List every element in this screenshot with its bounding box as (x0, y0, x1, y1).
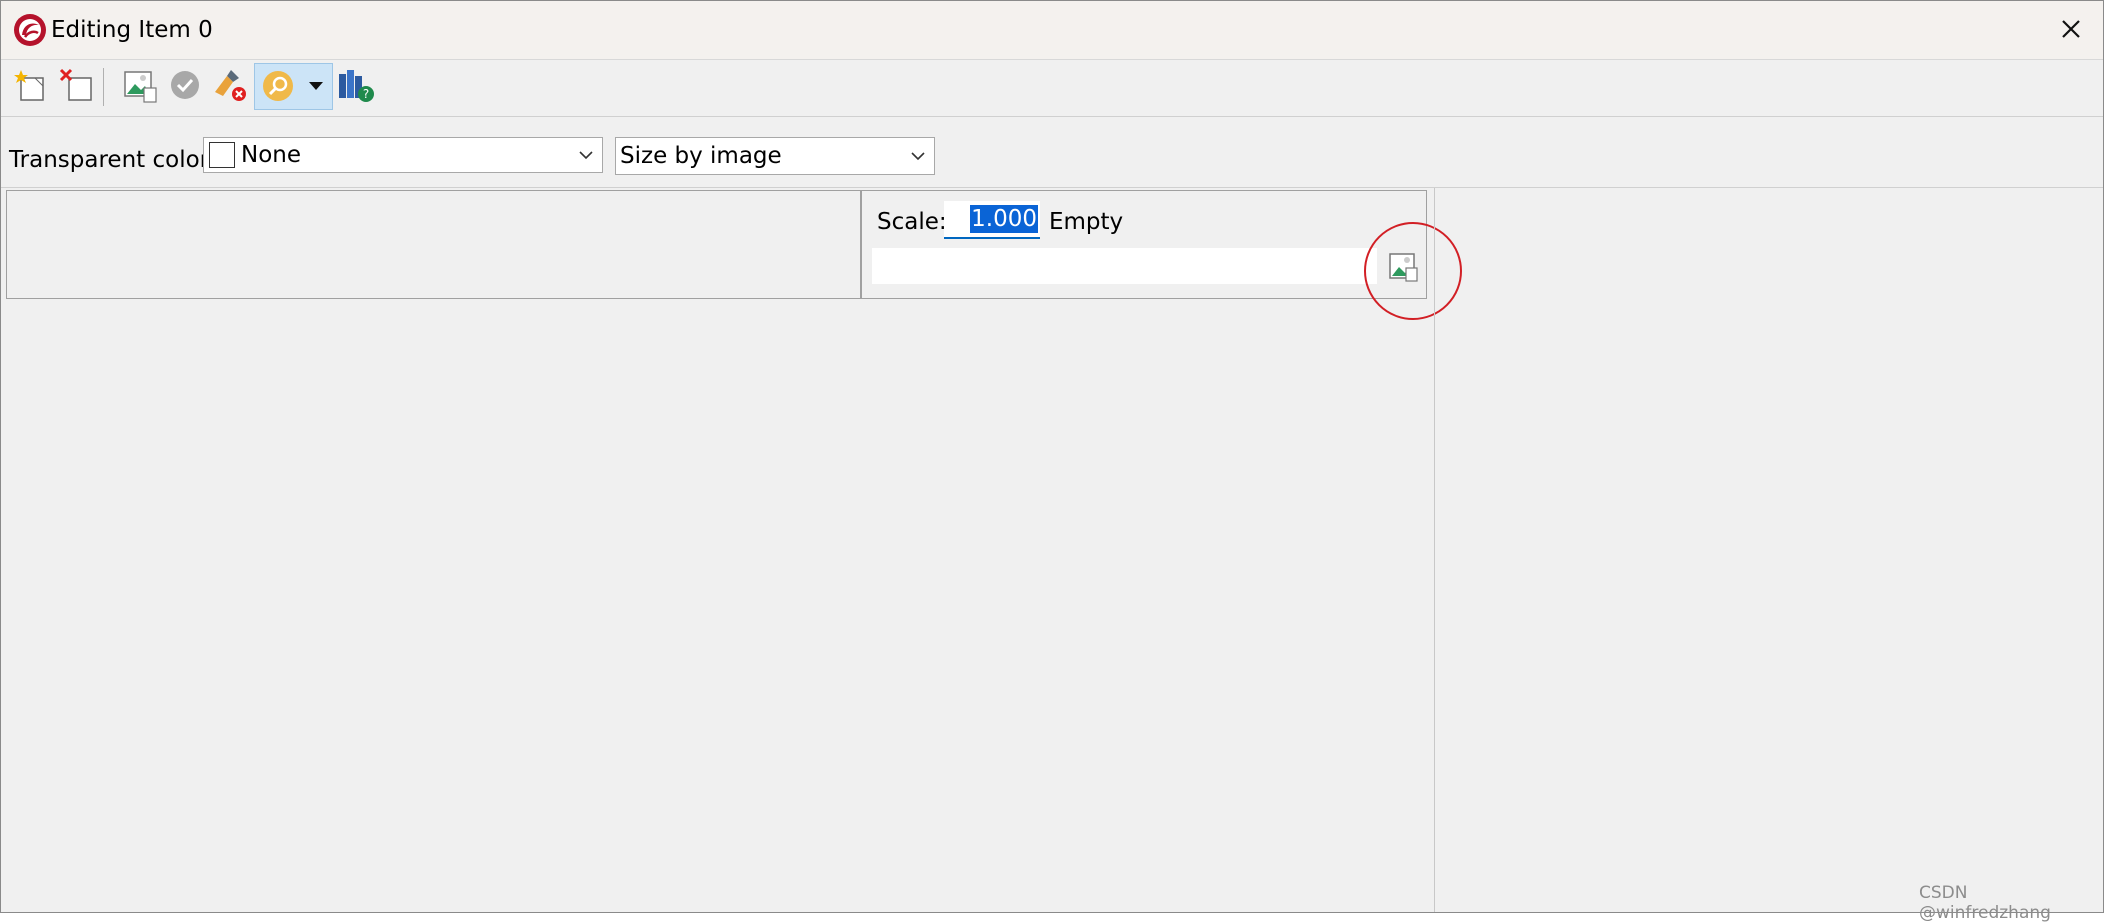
clear-brush-icon[interactable] (209, 64, 251, 106)
delete-item-icon[interactable] (57, 64, 99, 106)
check-icon[interactable] (164, 64, 206, 106)
dropdown-arrow-icon[interactable] (305, 76, 327, 96)
toolbar-separator (103, 68, 104, 106)
scale-value: 1.000 (970, 205, 1038, 233)
preview-pane (6, 190, 861, 299)
editor-window: Editing Item 0 ? Transparent color: None… (0, 0, 2104, 923)
transparent-color-value: None (241, 142, 302, 168)
search-icon[interactable] (257, 65, 299, 107)
close-icon[interactable] (2051, 11, 2091, 49)
toolbar: ? (1, 60, 2103, 117)
scale-input[interactable]: 1.000 (944, 201, 1040, 239)
image-path-field[interactable] (872, 248, 1377, 284)
title-bar: Editing Item 0 (1, 1, 2103, 60)
library-help-icon[interactable]: ? (335, 64, 377, 106)
search-tool-group[interactable] (254, 63, 333, 110)
image-icon[interactable] (119, 64, 161, 106)
image-properties-pane: Scale: 1.000 Empty (861, 190, 1427, 299)
transparent-color-select[interactable]: None (203, 137, 603, 173)
size-mode-select[interactable]: Size by image (615, 137, 935, 175)
panel-divider (1434, 188, 1435, 912)
options-bar: Transparent color: None Size by image (1, 117, 2103, 188)
scale-label: Scale: (877, 209, 947, 235)
watermark-text: CSDN @winfredzhang (1919, 883, 2051, 923)
transparent-color-label: Transparent color: (9, 147, 217, 173)
annotation-circle (1364, 222, 1462, 320)
svg-text:?: ? (363, 87, 369, 101)
app-logo-icon (14, 14, 46, 46)
chevron-down-icon (911, 152, 925, 161)
new-item-icon[interactable] (13, 64, 55, 106)
color-swatch (209, 142, 235, 168)
size-mode-value: Size by image (620, 143, 782, 169)
image-status-text: Empty (1049, 209, 1124, 235)
window-title: Editing Item 0 (51, 17, 213, 43)
chevron-down-icon (579, 151, 593, 160)
